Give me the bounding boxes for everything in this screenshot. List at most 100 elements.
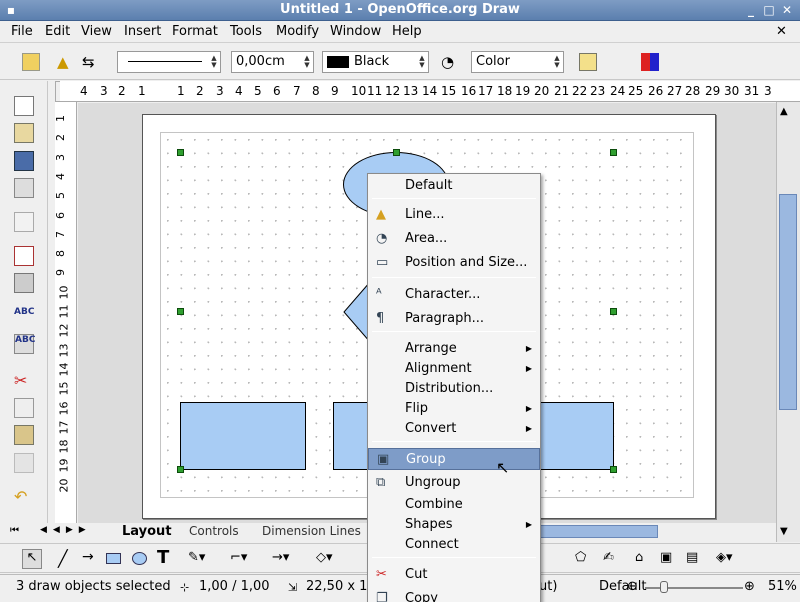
tab-layout[interactable]: Layout	[122, 524, 172, 539]
tab-dimension-lines[interactable]: Dimension Lines	[262, 524, 361, 538]
vruler-tick-label: 8	[55, 250, 67, 258]
menu-view[interactable]: View	[81, 24, 112, 39]
vertical-scroll-thumb[interactable]	[779, 194, 797, 410]
close-document-icon[interactable]: ✕	[776, 24, 787, 39]
menu-item-cut[interactable]: ✂ Cut	[368, 564, 540, 586]
paste-icon[interactable]	[14, 425, 34, 445]
save-icon[interactable]	[14, 151, 34, 171]
menu-item-arrange[interactable]: Arrange ▶	[368, 338, 540, 360]
menu-item-character[interactable]: ᴬ Character...	[368, 284, 540, 306]
tab-nav-icons[interactable]: ◀◀▶▶	[40, 525, 92, 535]
menu-insert[interactable]: Insert	[124, 24, 161, 39]
selection-handle[interactable]	[610, 149, 617, 156]
edit-file-icon[interactable]	[14, 212, 34, 232]
line-icon[interactable]: ▲	[57, 53, 75, 71]
connector-tool-icon[interactable]: ⌐▾	[230, 550, 247, 565]
open-icon[interactable]	[14, 123, 34, 143]
area-style-select[interactable]: Color ▲ ▼	[471, 51, 564, 73]
extrusion-tool-icon[interactable]: ◈▾	[716, 550, 733, 565]
menu-format[interactable]: Format	[172, 24, 218, 39]
menu-file[interactable]: File	[11, 24, 33, 39]
selection-handle[interactable]	[177, 308, 184, 315]
fontwork-tool-icon[interactable]: ⌂	[635, 550, 643, 565]
autospellcheck-icon[interactable]: ABC	[14, 334, 35, 354]
menu-item-copy[interactable]: ❐ Copy	[368, 588, 540, 602]
menu-modify[interactable]: Modify	[276, 24, 319, 39]
ellipse-tool-icon[interactable]	[132, 552, 147, 565]
zoom-out-icon[interactable]: ⊖	[627, 579, 638, 594]
rectangle-tool-icon[interactable]	[106, 553, 121, 564]
shadow-icon[interactable]	[579, 53, 597, 71]
selection-handle[interactable]	[610, 466, 617, 473]
selection-handle[interactable]	[610, 308, 617, 315]
rectangle-shape-left[interactable]	[180, 402, 306, 470]
arrow-style-icon[interactable]: ⇆	[82, 53, 100, 71]
horizontal-ruler[interactable]: 4 3 2 1 1 2 3 4 5 6 7 8 9 10 11 12 13 14 15 16 17 18 19 20 21 22 2…	[60, 81, 800, 102]
menu-item-position-and-size[interactable]: ▭ Position and Size...	[368, 252, 540, 274]
vertical-scrollbar[interactable]: ▲ ▼	[776, 102, 800, 542]
line-tool-icon[interactable]: ╱	[58, 549, 68, 568]
hruler-tick-label: 5	[254, 84, 262, 98]
line-width-spin-icon[interactable]: ▲ ▼	[303, 55, 311, 69]
menu-item-distribution[interactable]: Distribution...	[368, 378, 540, 400]
select-icon[interactable]: ↖	[22, 549, 42, 569]
menu-item-convert[interactable]: Convert ▶	[368, 418, 540, 440]
menu-edit[interactable]: Edit	[45, 24, 70, 39]
tab-controls[interactable]: Controls	[189, 524, 239, 538]
menu-tools[interactable]: Tools	[230, 24, 262, 39]
print-icon[interactable]	[14, 273, 34, 293]
area-style-spin-icon[interactable]: ▲ ▼	[553, 55, 561, 69]
email-icon[interactable]	[14, 178, 34, 198]
export-pdf-icon[interactable]	[14, 246, 34, 266]
color-palette-icon[interactable]	[641, 53, 659, 71]
points-tool-icon[interactable]: ⬠	[575, 550, 586, 565]
lines-arrows-tool-icon[interactable]: →▾	[272, 550, 289, 565]
selection-handle[interactable]	[177, 466, 184, 473]
menu-item-flip[interactable]: Flip ▶	[368, 398, 540, 420]
zoom-slider-handle[interactable]	[660, 581, 668, 593]
format-paintbrush-icon[interactable]	[14, 453, 34, 473]
scroll-up-icon[interactable]: ▲	[780, 106, 788, 117]
text-tool-icon[interactable]: T	[157, 547, 169, 568]
gallery-tool-icon[interactable]: ▤	[686, 550, 698, 565]
copy-icon[interactable]	[14, 398, 34, 418]
zoom-in-icon[interactable]: ⊕	[744, 579, 755, 594]
menu-item-default[interactable]: Default	[368, 175, 540, 197]
spellcheck-icon[interactable]: ABC	[14, 307, 34, 327]
horizontal-scroll-thumb[interactable]	[540, 525, 658, 538]
glue-points-tool-icon[interactable]: ✍	[603, 550, 614, 565]
styles-icon[interactable]	[22, 53, 40, 71]
menu-help[interactable]: Help	[392, 24, 422, 39]
menu-item-ungroup[interactable]: ⧉ Ungroup	[368, 472, 540, 494]
line-arrow-tool-icon[interactable]: →	[82, 549, 94, 565]
curve-tool-icon[interactable]: ✎▾	[188, 550, 205, 565]
basic-shapes-tool-icon[interactable]: ◇▾	[316, 550, 333, 565]
menu-item-shapes[interactable]: Shapes ▶	[368, 514, 540, 536]
line-width-field[interactable]: 0,00cm ▲ ▼	[231, 51, 314, 73]
close-icon[interactable]: ✕	[780, 3, 794, 17]
menu-item-connect[interactable]: Connect	[368, 534, 540, 556]
minimize-icon[interactable]: _	[744, 3, 758, 17]
scroll-down-icon[interactable]: ▼	[780, 526, 788, 537]
vertical-ruler[interactable]: 1 2 3 4 5 6 7 8 9 10 11 12 13 14 15 16 17 18 19 20	[55, 102, 77, 527]
line-style-spin-icon[interactable]: ▲ ▼	[210, 55, 218, 69]
line-color-spin-icon[interactable]: ▲ ▼	[418, 55, 426, 69]
maximize-icon[interactable]: □	[762, 3, 776, 17]
from-file-tool-icon[interactable]: ▣	[660, 550, 672, 565]
menu-item-paragraph[interactable]: ¶ Paragraph...	[368, 308, 540, 330]
selection-handle[interactable]	[393, 149, 400, 156]
area-icon[interactable]: ◔	[441, 53, 459, 71]
menu-item-line[interactable]: ▲ Line...	[368, 204, 540, 226]
menu-item-combine[interactable]: Combine	[368, 494, 540, 516]
tab-scroll-first-icon[interactable]: ⏮	[10, 525, 19, 536]
menu-item-area[interactable]: ◔ Area...	[368, 228, 540, 250]
selection-handle[interactable]	[177, 149, 184, 156]
menu-window[interactable]: Window	[330, 24, 381, 39]
menu-item-group[interactable]: ▣ Group	[368, 448, 540, 470]
line-color-select[interactable]: Black ▲ ▼	[322, 51, 429, 73]
undo-icon[interactable]: ↶	[14, 487, 34, 507]
line-style-select[interactable]: ▲ ▼	[117, 51, 221, 73]
cut-icon[interactable]: ✂	[14, 371, 34, 391]
menu-item-alignment[interactable]: Alignment ▶	[368, 358, 540, 380]
new-document-icon[interactable]	[14, 96, 34, 116]
